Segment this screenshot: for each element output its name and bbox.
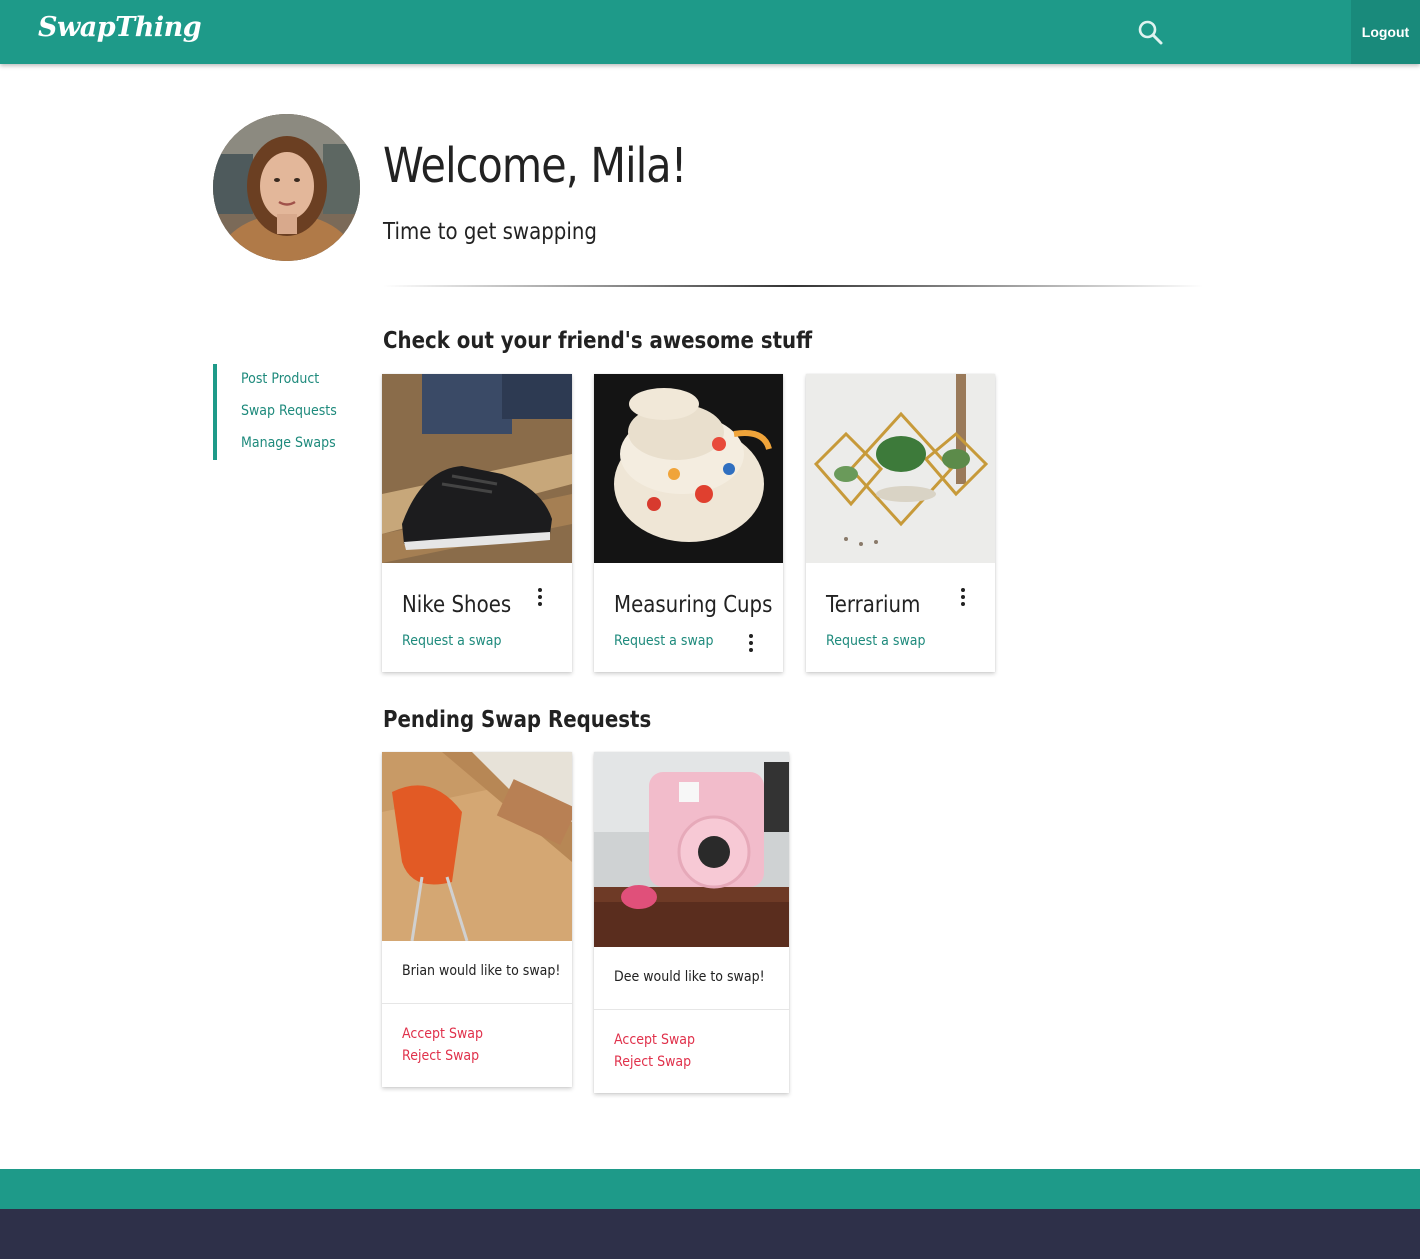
accept-swap-button[interactable]: Accept Swap xyxy=(614,1032,695,1048)
header-divider xyxy=(383,285,1203,287)
brand-logo[interactable]: SwapThing xyxy=(38,12,202,43)
swap-request-card-brian: Brian would like to swap! Accept Swap Re… xyxy=(382,752,572,1087)
product-title: Terrarium xyxy=(826,592,921,618)
reject-swap-button[interactable]: Reject Swap xyxy=(402,1048,479,1064)
sidebar-item-post-product[interactable]: Post Product xyxy=(241,371,319,387)
swap-request-card-dee: Dee would like to swap! Accept Swap Reje… xyxy=(594,752,789,1093)
footer xyxy=(0,1209,1420,1259)
welcome-subtitle: Time to get swapping xyxy=(383,219,597,245)
request-image-camera[interactable] xyxy=(594,752,789,947)
logout-button[interactable]: Logout xyxy=(1351,0,1420,64)
request-message: Dee would like to swap! xyxy=(614,969,765,985)
card-divider xyxy=(594,1009,789,1010)
request-swap-link[interactable]: Request a swap xyxy=(614,633,714,649)
request-swap-link[interactable]: Request a swap xyxy=(826,633,926,649)
footer-accent-bar xyxy=(0,1169,1420,1209)
more-options-icon[interactable] xyxy=(741,630,761,656)
accept-swap-button[interactable]: Accept Swap xyxy=(402,1026,483,1042)
card-divider xyxy=(382,1003,572,1004)
product-image-nike-shoes[interactable] xyxy=(382,374,572,563)
more-options-icon[interactable] xyxy=(953,584,973,610)
product-image-measuring-cups[interactable] xyxy=(594,374,783,563)
request-image-chair[interactable] xyxy=(382,752,572,941)
product-image-terrarium[interactable] xyxy=(806,374,995,563)
sidebar-item-manage-swaps[interactable]: Manage Swaps xyxy=(241,435,336,451)
more-options-icon[interactable] xyxy=(530,584,550,610)
product-card-terrarium: Terrarium Request a swap xyxy=(806,374,995,672)
welcome-heading: Welcome, Mila! xyxy=(383,138,687,194)
product-title: Measuring Cups xyxy=(614,592,773,618)
product-card-measuring-cups: Measuring Cups Request a swap xyxy=(594,374,783,672)
reject-swap-button[interactable]: Reject Swap xyxy=(614,1054,691,1070)
search-icon[interactable] xyxy=(1136,18,1164,46)
request-swap-link[interactable]: Request a swap xyxy=(402,633,502,649)
avatar xyxy=(213,114,360,261)
pending-section-title: Pending Swap Requests xyxy=(383,707,652,733)
sidebar-item-swap-requests[interactable]: Swap Requests xyxy=(241,403,337,419)
top-navbar: SwapThing Logout xyxy=(0,0,1420,64)
product-title: Nike Shoes xyxy=(402,592,512,618)
friends-section-title: Check out your friend's awesome stuff xyxy=(383,328,813,354)
request-message: Brian would like to swap! xyxy=(402,963,561,979)
side-nav: Post Product Swap Requests Manage Swaps xyxy=(213,364,353,460)
product-card-nike-shoes: Nike Shoes Request a swap xyxy=(382,374,572,672)
